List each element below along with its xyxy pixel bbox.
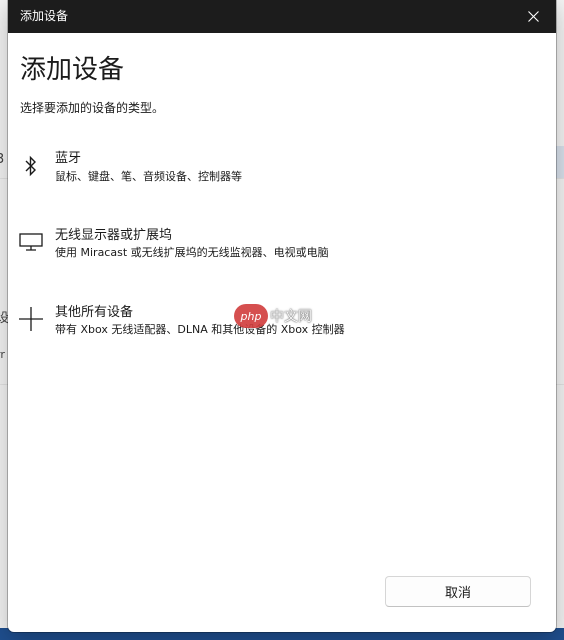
monitor-icon — [18, 229, 44, 255]
close-button[interactable] — [510, 0, 556, 33]
bluetooth-icon — [18, 153, 44, 179]
background-text: rr — [0, 348, 5, 361]
background-text: 3 — [0, 152, 5, 167]
option-description: 鼠标、键盘、笔、音频设备、控制器等 — [55, 170, 242, 183]
page-subtitle: 选择要添加的设备的类型。 — [20, 101, 165, 115]
option-title: 蓝牙 — [55, 151, 82, 166]
option-bluetooth[interactable]: 蓝牙 鼠标、键盘、笔、音频设备、控制器等 — [8, 140, 556, 200]
option-everything-else[interactable]: 其他所有设备 带有 Xbox 无线适配器、DLNA 和其他设备的 Xbox 控制… — [8, 296, 556, 356]
desktop: 3 设 rr 添加设备 添加设备 选择要添加的设备的类型。 蓝牙 鼠标、键盘、笔… — [0, 0, 564, 640]
cancel-button[interactable]: 取消 — [385, 576, 531, 607]
option-title: 无线显示器或扩展坞 — [55, 228, 173, 243]
title-bar: 添加设备 — [8, 0, 556, 33]
option-description: 带有 Xbox 无线适配器、DLNA 和其他设备的 Xbox 控制器 — [55, 323, 345, 336]
option-wireless-display[interactable]: 无线显示器或扩展坞 使用 Miracast 或无线扩展坞的无线监视器、电视或电脑 — [8, 218, 556, 278]
window-title: 添加设备 — [20, 9, 69, 23]
option-description: 使用 Miracast 或无线扩展坞的无线监视器、电视或电脑 — [55, 246, 329, 259]
page-title: 添加设备 — [20, 55, 125, 85]
plus-icon — [18, 306, 44, 332]
add-device-dialog: 添加设备 添加设备 选择要添加的设备的类型。 蓝牙 鼠标、键盘、笔、音频设备、控… — [8, 0, 556, 632]
close-icon — [527, 11, 539, 22]
option-title: 其他所有设备 — [55, 305, 134, 320]
